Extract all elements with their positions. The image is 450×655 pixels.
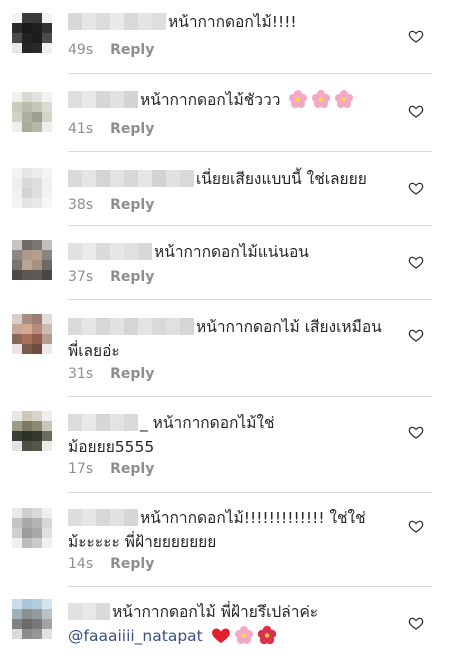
avatar[interactable] <box>12 599 52 639</box>
username[interactable] <box>68 91 138 108</box>
comment-message: หน้ากากดอกไม้ เสียงเหมือน <box>196 318 382 336</box>
timestamp: 38s <box>68 197 94 213</box>
comment-item: _ หน้ากากดอกไม้ใช่ ม้อยยย5555 17s Reply <box>0 397 450 493</box>
comment-item: หน้ากากดอกไม้ เสียงเหมือน พี่เลยอ่ะ 31s R… <box>0 300 450 397</box>
comment-item: หน้ากากดอกไม้ พี่ฝ้ายรึเปล่าค่ะ @faaaiii… <box>0 587 450 655</box>
comment-body: หน้ากากดอกไม้แน่นอน <box>68 240 394 264</box>
avatar[interactable] <box>12 13 52 53</box>
avatar[interactable] <box>12 411 52 451</box>
heart-outline-icon[interactable] <box>408 28 424 44</box>
flower-emoji-icon <box>312 90 331 108</box>
comment-text: หน้ากากดอกไม้ พี่ฝ้ายรึเปล่าค่ะ @faaaiii… <box>68 600 394 648</box>
heart-outline-icon[interactable] <box>408 254 424 270</box>
heart-outline-icon[interactable] <box>408 103 424 119</box>
mention-link[interactable]: @faaaiiii_natapat <box>68 627 203 645</box>
comment-message: หน้ากากดอกไม้!!!! <box>168 13 297 31</box>
comment-message-continued: ม้อยยย5555 <box>68 438 155 456</box>
username[interactable] <box>68 414 138 431</box>
comment-text: หน้ากากดอกไม้!!!!!!!!!!!!! ใช่ใช่ ม้ะะะะ… <box>68 506 394 554</box>
reply-button[interactable]: Reply <box>110 121 154 137</box>
reply-button[interactable]: Reply <box>110 269 154 285</box>
comment-text: หน้ากากดอกไม้ชัววว <box>68 88 394 112</box>
comment-list: หน้ากากดอกไม้!!!! 49s Reply หน้ากากดอกไม้… <box>0 0 450 655</box>
comment-item: หน้ากากดอกไม้ชัววว 41s Reply <box>0 74 450 152</box>
timestamp: 41s <box>68 121 94 137</box>
comment-body: หน้ากากดอกไม้!!!!!!!!!!!!! ใช่ใช่ ม้ะะะะ… <box>68 506 394 554</box>
comment-meta: 38s Reply <box>68 197 154 213</box>
avatar[interactable] <box>12 314 52 354</box>
comment-text: หน้ากากดอกไม้ เสียงเหมือน พี่เลยอ่ะ <box>68 315 394 363</box>
reply-button[interactable]: Reply <box>110 366 154 382</box>
username[interactable] <box>68 603 110 620</box>
comment-message: หน้ากากดอกไม้ พี่ฝ้ายรึเปล่าค่ะ <box>112 603 319 621</box>
reply-button[interactable]: Reply <box>110 461 154 477</box>
reply-button[interactable]: Reply <box>110 42 154 58</box>
heart-outline-icon[interactable] <box>408 615 424 631</box>
comment-body: หน้ากากดอกไม้ เสียงเหมือน พี่เลยอ่ะ <box>68 315 394 363</box>
comment-text: เนี่ยยเสียงแบบนี้ ใช่เลยยย <box>68 167 394 191</box>
comment-meta: 17s Reply <box>68 461 154 477</box>
heart-outline-icon[interactable] <box>408 518 424 534</box>
comment-item: เนี่ยยเสียงแบบนี้ ใช่เลยยย 38s Reply <box>0 152 450 226</box>
comment-meta: 14s Reply <box>68 556 154 572</box>
timestamp: 37s <box>68 269 94 285</box>
heart-outline-icon[interactable] <box>408 180 424 196</box>
comment-item: หน้ากากดอกไม้!!!! 49s Reply <box>0 0 450 74</box>
comment-meta: 49s Reply <box>68 42 154 58</box>
flower-emoji-icon <box>335 90 354 108</box>
comment-meta: 37s Reply <box>68 269 154 285</box>
flower-emoji-icon <box>234 626 253 644</box>
timestamp: 17s <box>68 461 94 477</box>
avatar[interactable] <box>12 168 52 208</box>
comment-body: หน้ากากดอกไม้ชัววว <box>68 88 394 112</box>
comment-item: หน้ากากดอกไม้แน่นอน 37s Reply <box>0 226 450 300</box>
avatar[interactable] <box>12 508 52 548</box>
heart-emoji-icon <box>211 628 230 643</box>
reply-button[interactable]: Reply <box>110 197 154 213</box>
username[interactable] <box>68 243 152 260</box>
username[interactable] <box>68 509 138 526</box>
comment-body: หน้ากากดอกไม้!!!! <box>68 10 394 34</box>
avatar[interactable] <box>12 240 52 280</box>
timestamp: 49s <box>68 42 94 58</box>
heart-outline-icon[interactable] <box>408 327 424 343</box>
comment-message: หน้ากากดอกไม้ชัววว <box>140 91 281 109</box>
comment-text: หน้ากากดอกไม้!!!! <box>68 10 394 34</box>
username[interactable] <box>68 170 194 187</box>
comment-message-continued: ม้ะะะะะ พี่ฝ้ายยยยยยย <box>68 533 217 551</box>
avatar[interactable] <box>12 92 52 132</box>
comment-message: หน้ากากดอกไม้แน่นอน <box>154 243 309 261</box>
reply-button[interactable]: Reply <box>110 556 154 572</box>
timestamp: 14s <box>68 556 94 572</box>
comment-body: _ หน้ากากดอกไม้ใช่ ม้อยยย5555 <box>68 411 394 459</box>
comment-message-continued: พี่เลยอ่ะ <box>68 342 120 360</box>
username[interactable] <box>68 318 194 335</box>
username[interactable] <box>68 13 166 30</box>
hibiscus-emoji-icon <box>257 625 276 645</box>
comment-item: หน้ากากดอกไม้!!!!!!!!!!!!! ใช่ใช่ ม้ะะะะ… <box>0 493 450 587</box>
heart-outline-icon[interactable] <box>408 424 424 440</box>
comment-text: _ หน้ากากดอกไม้ใช่ ม้อยยย5555 <box>68 411 394 459</box>
comment-body: หน้ากากดอกไม้ พี่ฝ้ายรึเปล่าค่ะ @faaaiii… <box>68 600 394 648</box>
comment-message: หน้ากากดอกไม้!!!!!!!!!!!!! ใช่ใช่ <box>140 509 366 527</box>
comment-meta: 31s Reply <box>68 366 154 382</box>
comment-text: หน้ากากดอกไม้แน่นอน <box>68 240 394 264</box>
timestamp: 31s <box>68 366 94 382</box>
comment-meta: 41s Reply <box>68 121 154 137</box>
comment-message: เนี่ยยเสียงแบบนี้ ใช่เลยยย <box>196 170 367 188</box>
comment-message: _ หน้ากากดอกไม้ใช่ <box>140 414 275 432</box>
flower-emoji-icon <box>289 90 308 108</box>
comment-body: เนี่ยยเสียงแบบนี้ ใช่เลยยย <box>68 167 394 191</box>
